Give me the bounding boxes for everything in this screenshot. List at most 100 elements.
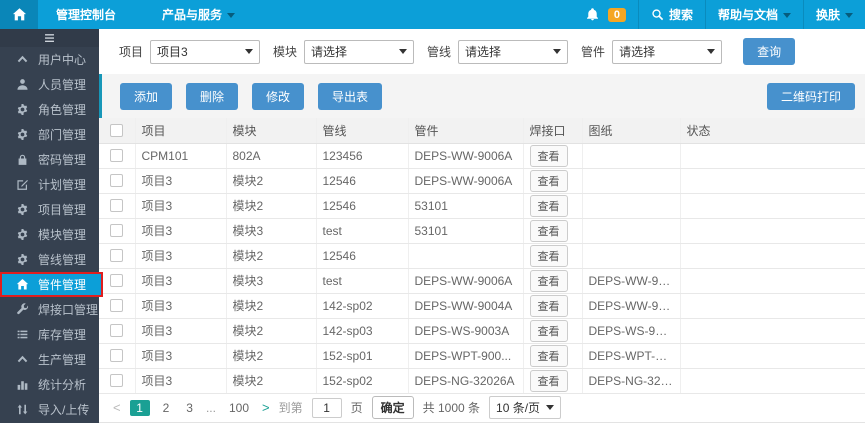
- notifications-button[interactable]: 0: [574, 0, 638, 29]
- help-docs-menu[interactable]: 帮助与文档: [706, 0, 803, 29]
- sidebar-item-pipelines[interactable]: 管线管理: [0, 247, 99, 272]
- sidebar-item-projects[interactable]: 项目管理: [0, 197, 99, 222]
- confirm-page-button[interactable]: 确定: [371, 396, 414, 419]
- page-2-button[interactable]: 2: [159, 400, 174, 416]
- row-checkbox[interactable]: [110, 274, 124, 287]
- search-button[interactable]: 搜索: [639, 0, 705, 29]
- fitting-select[interactable]: 请选择: [612, 39, 723, 64]
- row-checkbox[interactable]: [110, 374, 124, 387]
- select-all-checkbox[interactable]: [110, 123, 124, 137]
- data-table: 项目 模块 管线 管件 焊接口 图纸 状态 CPM101 802A 123456…: [99, 118, 865, 394]
- gear-icon: [16, 228, 29, 241]
- sidebar-item-label: 密码管理: [38, 153, 87, 167]
- prev-page-button[interactable]: <: [113, 400, 121, 415]
- sidebar-item-import-upload[interactable]: 导入/上传: [0, 397, 99, 422]
- cell-fitting: DEPS-NG-32026A: [408, 368, 524, 394]
- gear-icon: [16, 253, 29, 266]
- modify-button[interactable]: 修改: [252, 82, 305, 110]
- sidebar-item-roles[interactable]: 角色管理: [0, 97, 99, 122]
- module-filter-label: 模块: [273, 45, 298, 59]
- cell-project: 项目3: [135, 218, 227, 244]
- change-skin-menu[interactable]: 换肤: [804, 0, 865, 29]
- column-header-project: 项目: [135, 118, 227, 144]
- cell-status: [680, 268, 865, 294]
- products-menu[interactable]: 产品与服务: [150, 0, 247, 29]
- view-weld-button[interactable]: 查看: [529, 244, 568, 267]
- project-select[interactable]: 项目3: [150, 39, 261, 64]
- line-filter-label: 管线: [427, 45, 452, 59]
- sidebar-item-passwords[interactable]: 密码管理: [0, 147, 99, 172]
- sidebar-toggle[interactable]: [0, 29, 99, 47]
- sidebar-item-production[interactable]: 生产管理: [0, 347, 99, 372]
- view-weld-button[interactable]: 查看: [529, 319, 568, 342]
- sidebar-item-departments[interactable]: 部门管理: [0, 122, 99, 147]
- page-ellipsis: ...: [205, 400, 216, 415]
- chevron-down-icon: [782, 13, 791, 18]
- sidebar-item-label: 库存管理: [38, 328, 87, 342]
- sidebar-item-personnel[interactable]: 人员管理: [0, 72, 99, 97]
- view-weld-button[interactable]: 查看: [529, 269, 568, 292]
- cell-drawing: DEPS-WS-9003A: [582, 318, 681, 344]
- row-checkbox[interactable]: [110, 199, 124, 212]
- cell-fitting: DEPS-WW-9006A: [408, 143, 524, 169]
- delete-button[interactable]: 删除: [186, 82, 239, 110]
- export-table-button[interactable]: 导出表: [318, 82, 383, 110]
- query-button[interactable]: 查询: [743, 38, 796, 65]
- cell-project: 项目3: [135, 318, 227, 344]
- sidebar-item-user-center[interactable]: 用户中心: [0, 47, 99, 72]
- view-weld-button[interactable]: 查看: [529, 194, 568, 217]
- search-icon: [651, 8, 664, 21]
- view-weld-button[interactable]: 查看: [529, 344, 568, 367]
- view-weld-button[interactable]: 查看: [529, 144, 568, 167]
- sidebar-item-weld-joints[interactable]: 焊接口管理: [0, 297, 99, 322]
- row-checkbox[interactable]: [110, 149, 124, 162]
- sidebar-item-pipe-fittings[interactable]: 管件管理: [0, 272, 103, 297]
- chevron-up-icon: [16, 53, 29, 66]
- sidebar-item-inventory[interactable]: 库存管理: [0, 322, 99, 347]
- sidebar-item-label: 人员管理: [38, 78, 87, 92]
- page-100-button[interactable]: 100: [225, 400, 253, 416]
- page-3-button[interactable]: 3: [182, 400, 197, 416]
- sidebar-item-modules[interactable]: 模块管理: [0, 222, 99, 247]
- add-button[interactable]: 添加: [120, 82, 173, 110]
- arrows-up-down-icon: [16, 403, 29, 416]
- column-header-status: 状态: [680, 118, 865, 144]
- cell-line: 12546: [316, 193, 409, 219]
- module-select[interactable]: 请选择: [304, 39, 415, 64]
- per-page-select[interactable]: 10 条/页: [489, 396, 562, 419]
- line-select[interactable]: 请选择: [458, 39, 569, 64]
- row-checkbox[interactable]: [110, 249, 124, 262]
- home-button[interactable]: [0, 0, 38, 29]
- page-unit-label: 页: [350, 401, 363, 415]
- sidebar-item-statistics[interactable]: 统计分析: [0, 372, 99, 397]
- project-select-value: 项目3: [157, 45, 188, 59]
- row-checkbox[interactable]: [110, 324, 124, 337]
- cell-drawing: DEPS-WW-9006A: [582, 268, 681, 294]
- view-weld-button[interactable]: 查看: [529, 294, 568, 317]
- goto-page-input[interactable]: [311, 397, 342, 418]
- sidebar-item-label: 焊接口管理: [38, 303, 99, 317]
- view-weld-button[interactable]: 查看: [529, 169, 568, 192]
- cell-fitting: DEPS-WW-9004A: [408, 293, 524, 319]
- row-checkbox[interactable]: [110, 224, 124, 237]
- row-checkbox[interactable]: [110, 174, 124, 187]
- cell-line: 123456: [316, 143, 409, 169]
- page-1-button[interactable]: 1: [129, 399, 150, 416]
- qr-print-button[interactable]: 二维码打印: [766, 82, 855, 110]
- cell-project: 项目3: [135, 293, 227, 319]
- cell-module: 模块2: [226, 368, 317, 394]
- cell-status: [680, 343, 865, 369]
- cell-line: test: [316, 268, 409, 294]
- view-weld-button[interactable]: 查看: [529, 219, 568, 242]
- chevron-down-icon: [553, 49, 562, 54]
- top-navbar: 管理控制台 产品与服务 0 搜索 帮助与文档 换肤: [0, 0, 865, 29]
- row-checkbox[interactable]: [110, 299, 124, 312]
- cell-project: 项目3: [135, 193, 227, 219]
- next-page-button[interactable]: >: [262, 400, 270, 415]
- sidebar-item-plans[interactable]: 计划管理: [0, 172, 99, 197]
- cell-drawing: DEPS-WPT-900...: [582, 343, 681, 369]
- table-row: 项目3 模块2 142-sp03 DEPS-WS-9003A 查看 DEPS-W…: [99, 318, 865, 344]
- view-weld-button[interactable]: 查看: [529, 369, 568, 392]
- chevron-down-icon: [546, 405, 555, 410]
- row-checkbox[interactable]: [110, 349, 124, 362]
